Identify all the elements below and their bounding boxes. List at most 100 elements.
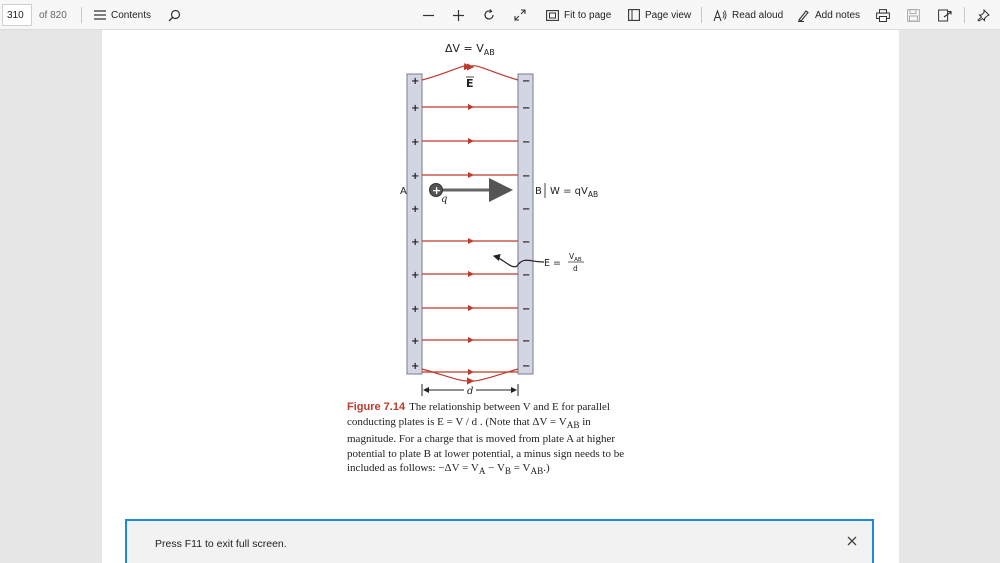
minus-charge: − (522, 270, 530, 281)
caption-line: potential to plate B at lower potential,… (347, 447, 625, 460)
minus-icon (423, 14, 434, 16)
label-a: A (400, 186, 407, 197)
page-number-value: 310 (7, 9, 24, 21)
plus-charge: + (411, 171, 419, 182)
page-view-icon (628, 9, 640, 21)
field-line-arrowhead (468, 369, 474, 375)
document-page: ΔV = VAB E + − + − + − + − + − + − + − + − + − + − A + q B … (102, 30, 899, 563)
caption-line: = V (511, 462, 531, 475)
toolbar-divider (81, 7, 82, 23)
save-icon (907, 8, 920, 22)
caption-line: conducting plates is E = V / d . (Note t… (347, 415, 567, 428)
field-vector-label: E (466, 77, 474, 90)
caption-sub: AB (566, 419, 580, 430)
field-line-arrowhead (468, 305, 474, 311)
fit-to-page-button[interactable]: Fit to page (546, 0, 611, 30)
rotate-button[interactable] (482, 0, 496, 30)
plus-charge: + (411, 361, 419, 372)
search-icon (168, 9, 181, 21)
caption-line: The relationship between V and E for par… (409, 401, 610, 413)
plus-charge: + (411, 270, 419, 281)
fullscreen-notification: Press F11 to exit full screen. (125, 519, 874, 563)
efield-numerator: VAB (569, 252, 582, 263)
field-line-arrowhead (468, 271, 474, 277)
efield-denominator: d (573, 264, 578, 273)
caption-line: magnitude. For a charge that is moved fr… (347, 433, 616, 446)
minus-charge: − (522, 204, 530, 215)
read-aloud-label: Read aloud (732, 9, 784, 21)
share-button[interactable] (938, 0, 952, 30)
label-q: q (441, 194, 447, 205)
fit-page-icon (546, 9, 559, 21)
minus-charge: − (522, 76, 530, 87)
plus-charge: + (411, 304, 419, 315)
parallel-plates-figure: ΔV = VAB E + −+ −+ −+ −+ −+ −+ −+ −+ −+ − A + q B … (400, 42, 598, 397)
page-view-button[interactable]: Page view (628, 0, 691, 30)
fullscreen-button[interactable] (513, 0, 527, 30)
plus-icon (453, 9, 464, 21)
read-aloud-button[interactable]: Read aloud (713, 0, 783, 30)
field-line-arrowhead (468, 138, 474, 144)
plate-a (406, 73, 423, 375)
caption-line: included as follows: −ΔV = V (347, 462, 479, 475)
add-notes-button[interactable]: Add notes (797, 0, 860, 30)
read-aloud-icon (713, 8, 727, 21)
contents-button[interactable]: Contents (94, 0, 151, 30)
field-line-arrowhead (468, 172, 474, 178)
reader-toolbar: 310 of 820 Contents Fit to page Page vie… (0, 0, 1000, 30)
share-icon (938, 9, 952, 21)
minus-charge: − (522, 361, 530, 372)
page-total: of 820 (39, 9, 67, 21)
page-number-input[interactable]: 310 (2, 4, 32, 26)
plus-charge: + (411, 237, 419, 248)
print-button[interactable] (876, 0, 890, 30)
plate-charges: + − + − + − + − + − + − + − + − + − + − (411, 76, 530, 372)
pin-icon (977, 8, 990, 22)
plus-charge: + (411, 336, 419, 347)
fullscreen-message: Press F11 to exit full screen. (155, 538, 287, 550)
plus-charge: + (411, 76, 419, 87)
caption-line: in (579, 415, 591, 428)
toolbar-divider (964, 7, 965, 23)
efield-eq: E = (544, 258, 561, 269)
field-line-arrowhead (468, 337, 474, 343)
fullscreen-icon (514, 9, 526, 21)
plus-charge: + (411, 103, 419, 114)
search-button[interactable] (168, 0, 181, 30)
minus-charge: − (522, 171, 530, 182)
rotate-icon (484, 9, 494, 20)
field-line-arrowhead (468, 104, 474, 110)
minus-charge: − (522, 237, 530, 248)
distance-label: d (467, 386, 473, 397)
zoom-in-button[interactable] (452, 0, 465, 30)
toolbar-divider (701, 7, 702, 23)
caption-line: − V (485, 462, 505, 475)
page-view-label: Page view (645, 9, 692, 21)
caption-line: .) (543, 462, 550, 475)
minus-charge: − (522, 304, 530, 315)
print-icon (876, 8, 890, 22)
fit-to-page-label: Fit to page (564, 9, 612, 21)
plus-charge: + (411, 137, 419, 148)
pin-button[interactable] (977, 0, 990, 30)
contents-label: Contents (111, 9, 152, 21)
plate-b (517, 73, 534, 375)
minus-charge: − (522, 103, 530, 114)
save-button[interactable] (907, 0, 920, 30)
add-notes-label: Add notes (815, 9, 861, 21)
figure-label: Figure 7.14 (347, 401, 406, 413)
potential-difference-label: ΔV = VAB (445, 42, 495, 57)
svg-text:+: + (432, 184, 441, 197)
minus-charge: − (522, 137, 530, 148)
work-label: W = qVAB (550, 186, 598, 199)
plus-charge: + (411, 204, 419, 215)
close-icon[interactable] (844, 533, 860, 549)
field-lines (422, 104, 518, 375)
field-line-arrowhead (468, 238, 474, 244)
menu-icon (94, 10, 106, 20)
zoom-out-button[interactable] (422, 0, 435, 30)
label-b: B (535, 186, 542, 197)
caption-sub: AB (530, 466, 544, 477)
minus-charge: − (522, 336, 530, 347)
add-notes-icon (798, 9, 809, 22)
